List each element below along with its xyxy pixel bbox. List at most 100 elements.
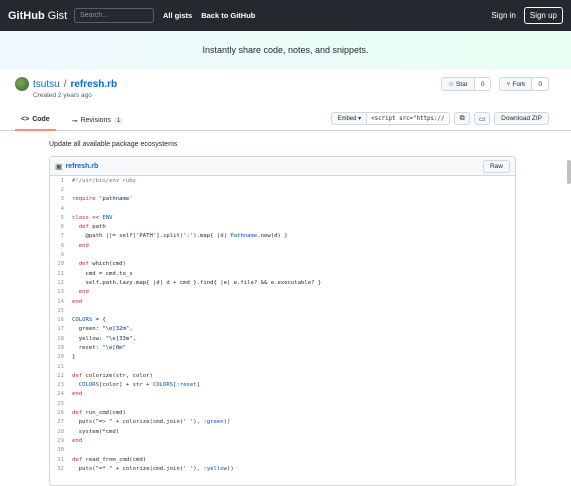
line-number[interactable]: 11 [50, 271, 72, 277]
line-number[interactable]: 16 [50, 317, 72, 323]
code-line: 20} [50, 353, 515, 362]
code-line: 32 puts("=* " + colorize(cmd.join(' '), … [50, 464, 515, 473]
avatar[interactable] [15, 77, 29, 91]
line-code: cmd = cmd.to_s [72, 270, 133, 277]
tab-revisions[interactable]: ⊸ Revisions 1 [66, 112, 130, 131]
code-line: 15 [50, 306, 515, 315]
code-line: 2 [50, 185, 515, 194]
line-number[interactable]: 23 [50, 382, 72, 388]
search-input[interactable]: Search... [74, 8, 154, 23]
line-code: def read_from_cmd(cmd) [72, 456, 147, 463]
owner-link[interactable]: tsutsu [33, 79, 60, 90]
banner: Instantly share code, notes, and snippet… [0, 31, 571, 69]
line-number[interactable]: 10 [50, 261, 72, 267]
line-number[interactable]: 2 [50, 187, 72, 193]
code-line: 19 reset: "\e[0m" [50, 343, 515, 352]
code-view: 1 #!/usr/bin/env ruby 2 3 require 'pathname'… [50, 176, 515, 474]
code-line: 7 @path ||= self['PATH'].split(':').map{… [50, 232, 515, 241]
line-number[interactable]: 3 [50, 196, 72, 202]
star-label: Star [455, 80, 468, 88]
line-number[interactable]: 26 [50, 410, 72, 416]
line-code: reset: "\e[0m" [72, 344, 126, 351]
revisions-icon: ⊸ [71, 117, 78, 125]
sign-up-button[interactable]: Sign up [523, 7, 563, 24]
line-number[interactable]: 31 [50, 457, 72, 463]
desktop-clone-button[interactable]: ▭ [474, 112, 491, 125]
line-number[interactable]: 32 [50, 466, 72, 472]
fork-icon: ⑂ [506, 80, 511, 88]
line-number[interactable]: 14 [50, 299, 72, 305]
line-code: COLORS[color] + str + COLORS[:reset] [78, 382, 201, 389]
code-line: 27 puts("=> " + colorize(cmd.join(' '), … [50, 418, 515, 427]
line-number[interactable]: 13 [50, 289, 72, 295]
banner-text: Instantly share code, notes, and snippet… [202, 45, 369, 55]
line-number[interactable]: 28 [50, 429, 72, 435]
line-number[interactable]: 7 [50, 233, 72, 239]
embed-select[interactable]: Embed ▾ [332, 113, 368, 124]
line-code: end [72, 298, 83, 305]
gist-toolbar: Embed ▾ <script src="https:// ⧉ ▭ Downlo… [331, 112, 549, 125]
tab-code[interactable]: <> Code [15, 112, 56, 131]
nav-all-gists[interactable]: All gists [163, 11, 192, 20]
nav-back-to-github[interactable]: Back to GitHub [201, 11, 255, 20]
star-button[interactable]: ☆ Star 0 [441, 77, 492, 91]
line-number[interactable]: 1 [50, 178, 72, 184]
file-code-icon: ▣ [55, 161, 63, 171]
line-code: end [72, 391, 83, 398]
line-code: class << ENV [72, 214, 113, 221]
copy-button[interactable]: ⧉ [454, 112, 471, 125]
copy-icon: ⧉ [459, 114, 465, 122]
file-header: ▣ refresh.rb Raw [50, 157, 515, 176]
line-number[interactable]: 20 [50, 354, 72, 360]
gist-tabs: <> Code ⊸ Revisions 1 [15, 112, 129, 131]
line-number[interactable]: 5 [50, 215, 72, 221]
line-number[interactable]: 30 [50, 447, 72, 453]
line-number[interactable]: 24 [50, 391, 72, 397]
gist-description: Update all available package ecosystems [49, 141, 178, 148]
line-number[interactable]: 6 [50, 224, 72, 230]
line-number[interactable]: 8 [50, 243, 72, 249]
scrollbar[interactable] [567, 160, 571, 184]
github-gist-logo[interactable]: GitHub Gist [8, 10, 68, 22]
line-code: system(*cmd) [72, 428, 120, 435]
line-code: yellow: "\e[33m", [72, 335, 137, 342]
line-number[interactable]: 27 [50, 419, 72, 425]
line-number[interactable]: 9 [50, 252, 72, 258]
embed-url-field[interactable]: <script src="https:// [367, 113, 449, 124]
code-line: 23 COLORS[color] + str + COLORS[:reset] [50, 381, 515, 390]
download-zip-button[interactable]: Download ZIP [494, 112, 549, 125]
file-box: ▣ refresh.rb Raw 1 #!/usr/bin/env ruby 2 3 r… [49, 156, 516, 486]
gist-header: tsutsu / refresh.rb Created 2 years ago … [0, 69, 571, 131]
code-line: 29 end [50, 436, 515, 445]
tab-revisions-label: Revisions [80, 117, 111, 124]
line-number[interactable]: 17 [50, 326, 72, 332]
logo-sub: Gist [47, 9, 68, 22]
line-number[interactable]: 25 [50, 401, 72, 407]
line-number[interactable]: 29 [50, 438, 72, 444]
code-line: 24 end [50, 390, 515, 399]
social-buttons: ☆ Star 0 ⑂ Fork 0 [441, 77, 549, 91]
sign-in-link[interactable]: Sign in [491, 11, 515, 20]
fork-button[interactable]: ⑂ Fork 0 [499, 77, 549, 91]
line-number[interactable]: 21 [50, 364, 72, 370]
code-line: 9 [50, 250, 515, 259]
code-line: 18 yellow: "\e[33m", [50, 334, 515, 343]
file-name[interactable]: refresh.rb [66, 163, 99, 170]
code-line: 26 def run_cmd(cmd) [50, 408, 515, 417]
raw-button[interactable]: Raw [482, 159, 510, 173]
line-code: end [72, 437, 83, 444]
code-line: 3 require 'pathname' [50, 195, 515, 204]
line-number[interactable]: 12 [50, 280, 72, 286]
created-time: Created 2 years ago [33, 92, 92, 99]
line-number[interactable]: 15 [50, 308, 72, 314]
line-code: end [78, 242, 89, 249]
line-code: self.path.lazy.map{ |d| d + cmd }.find{ … [85, 279, 322, 286]
gist-filename-link[interactable]: refresh.rb [70, 79, 117, 90]
code-line: 5 class << ENV [50, 213, 515, 222]
line-number[interactable]: 19 [50, 345, 72, 351]
line-number[interactable]: 22 [50, 373, 72, 379]
code-icon: <> [21, 116, 30, 123]
line-number[interactable]: 4 [50, 206, 72, 212]
line-code: green: "\e[32m", [72, 326, 133, 333]
line-number[interactable]: 18 [50, 336, 72, 342]
